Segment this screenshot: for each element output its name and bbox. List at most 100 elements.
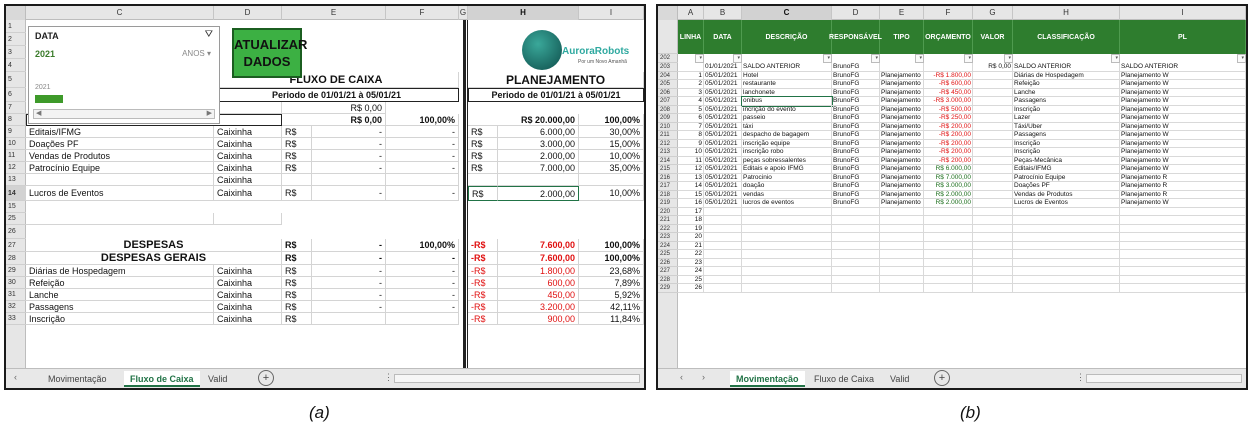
cell-desc[interactable]: despacho de bagagem bbox=[742, 131, 832, 140]
cell-orc[interactable]: R$ 3.000,00 bbox=[924, 182, 973, 191]
row-header-31[interactable]: 31 bbox=[6, 289, 26, 301]
cell-resp[interactable] bbox=[832, 233, 880, 242]
table-row[interactable]: 3 05/01/2021 lanchonete BrunoFG Planejamento… bbox=[678, 88, 1246, 97]
tab-valid[interactable]: Valid bbox=[202, 371, 233, 387]
column-header-i[interactable]: I bbox=[1120, 6, 1246, 20]
column-header-c[interactable]: C bbox=[26, 6, 214, 20]
cell-linha[interactable]: 3 bbox=[678, 88, 704, 97]
table-row[interactable]: 26 bbox=[678, 284, 1246, 293]
cell-resp[interactable]: BrunoFG bbox=[832, 80, 880, 89]
cell-tipo[interactable] bbox=[880, 284, 924, 293]
cell-linha[interactable]: 6 bbox=[678, 114, 704, 123]
cell-class[interactable]: Passagens bbox=[1013, 97, 1120, 106]
cell-resp[interactable]: BrunoFG bbox=[832, 199, 880, 208]
table-row[interactable]: 20 bbox=[678, 233, 1246, 242]
cell-orc[interactable]: -R$ 200,00 bbox=[924, 156, 973, 165]
cell-linha[interactable]: 18 bbox=[678, 216, 704, 225]
cell-tipo[interactable] bbox=[880, 241, 924, 250]
row-header-224[interactable]: 224 bbox=[658, 242, 678, 250]
filter-dropdown-icon[interactable]: ▾ bbox=[733, 54, 742, 63]
row-header-7[interactable]: 7 bbox=[6, 102, 26, 114]
tab-scroll-left-icon[interactable]: ‹ bbox=[680, 372, 683, 382]
tab-valid[interactable]: Valid bbox=[884, 371, 915, 387]
cell-class[interactable] bbox=[1013, 284, 1120, 293]
cell-class[interactable]: Lanche bbox=[1013, 88, 1120, 97]
cell-plan[interactable] bbox=[1120, 275, 1246, 284]
cell-data[interactable]: 05/01/2021 bbox=[704, 131, 742, 140]
cell-plan[interactable]: Planejamento W bbox=[1120, 114, 1246, 123]
row-header-213[interactable]: 213 bbox=[658, 148, 678, 157]
horizontal-scrollbar[interactable] bbox=[394, 374, 640, 383]
cell-desc[interactable] bbox=[742, 241, 832, 250]
cell-plan[interactable]: Planejamento W bbox=[1120, 131, 1246, 140]
cell-resp[interactable]: BrunoFG bbox=[832, 122, 880, 131]
scroll-right-icon[interactable]: ▶ bbox=[207, 109, 212, 117]
table-row[interactable]: 24 bbox=[678, 267, 1246, 276]
cell-orc[interactable]: -R$ 1.800,00 bbox=[924, 71, 973, 80]
cell-orc[interactable] bbox=[924, 275, 973, 284]
cell-desc[interactable] bbox=[742, 267, 832, 276]
cell-orc[interactable]: -R$ 3.000,00 bbox=[924, 97, 973, 106]
row-header-3[interactable]: 3 bbox=[6, 46, 26, 59]
cell-plan[interactable] bbox=[1120, 224, 1246, 233]
tab-fluxo-de-caixa[interactable]: Fluxo de Caixa bbox=[124, 371, 200, 387]
cell-data[interactable]: 05/01/2021 bbox=[704, 199, 742, 208]
row-header-209[interactable]: 209 bbox=[658, 114, 678, 123]
cell-class[interactable] bbox=[1013, 275, 1120, 284]
cell-class[interactable]: Editais/IFMG bbox=[1013, 165, 1120, 174]
row-header-26[interactable]: 26 bbox=[6, 225, 26, 239]
cell-linha[interactable]: 17 bbox=[678, 207, 704, 216]
cell-class[interactable]: Lucros de Eventos bbox=[1013, 199, 1120, 208]
cell-desc[interactable]: Editais e apoio IFMG bbox=[742, 165, 832, 174]
cell-tipo[interactable] bbox=[880, 63, 924, 72]
cell-resp[interactable]: BrunoFG bbox=[832, 156, 880, 165]
row-header-27[interactable]: 27 bbox=[6, 239, 26, 252]
cell-resp[interactable]: BrunoFG bbox=[832, 148, 880, 157]
cell-class[interactable] bbox=[1013, 241, 1120, 250]
table-row[interactable]: 6 05/01/2021 passeio BrunoFG Planejamento -R$… bbox=[678, 114, 1246, 123]
column-header-e[interactable]: E bbox=[880, 6, 924, 20]
cell-orc[interactable] bbox=[924, 63, 973, 72]
cell-class[interactable]: Passagens bbox=[1013, 131, 1120, 140]
row-header-226[interactable]: 226 bbox=[658, 259, 678, 267]
row-header-30[interactable]: 30 bbox=[6, 277, 26, 289]
cell-orc[interactable]: R$ 2.000,00 bbox=[924, 190, 973, 199]
row-header-32[interactable]: 32 bbox=[6, 301, 26, 313]
cell-desc[interactable]: lucros de eventos bbox=[742, 199, 832, 208]
row-header-202[interactable]: 202 bbox=[658, 54, 678, 63]
slicer-level-dropdown[interactable]: ANOS ▾ bbox=[182, 49, 211, 58]
cell-plan[interactable]: Planejamento W bbox=[1120, 122, 1246, 131]
cell-valor[interactable] bbox=[973, 105, 1013, 114]
row-header-208[interactable]: 208 bbox=[658, 106, 678, 114]
cell-class[interactable] bbox=[1013, 207, 1120, 216]
cell-linha[interactable]: 16 bbox=[678, 199, 704, 208]
row-header-9[interactable]: 9 bbox=[6, 126, 26, 138]
cell-linha[interactable]: 11 bbox=[678, 156, 704, 165]
tab-movimentacao[interactable]: Movimentação bbox=[42, 371, 113, 387]
cell-valor[interactable] bbox=[973, 258, 1013, 267]
row-header-217[interactable]: 217 bbox=[658, 182, 678, 191]
cell-resp[interactable] bbox=[832, 267, 880, 276]
cell-valor[interactable] bbox=[973, 88, 1013, 97]
row-header-203[interactable]: 203 bbox=[658, 63, 678, 72]
cell-data[interactable]: 05/01/2021 bbox=[704, 165, 742, 174]
cell-plan[interactable] bbox=[1120, 207, 1246, 216]
cell-tipo[interactable] bbox=[880, 207, 924, 216]
filter-dropdown-icon[interactable]: ▾ bbox=[915, 54, 924, 63]
cell-valor[interactable] bbox=[973, 148, 1013, 157]
row-header-14[interactable]: 14 bbox=[6, 186, 26, 201]
table-row[interactable]: 13 05/01/2021 Patrocinio BrunoFG Planejament… bbox=[678, 173, 1246, 182]
cell-tipo[interactable]: Planejamento bbox=[880, 165, 924, 174]
filter-dropdown-icon[interactable]: ▾ bbox=[871, 54, 880, 63]
cell-tipo[interactable]: Planejamento bbox=[880, 80, 924, 89]
cell-orc[interactable] bbox=[924, 250, 973, 259]
cell-valor[interactable] bbox=[973, 216, 1013, 225]
cell-valor[interactable] bbox=[973, 275, 1013, 284]
cell-desc[interactable] bbox=[742, 284, 832, 293]
cell-valor[interactable] bbox=[973, 131, 1013, 140]
cell-valor[interactable] bbox=[973, 173, 1013, 182]
cell-orc[interactable] bbox=[924, 207, 973, 216]
cell-linha[interactable]: 19 bbox=[678, 224, 704, 233]
row-header-225[interactable]: 225 bbox=[658, 250, 678, 259]
cell-orc[interactable]: -R$ 200,00 bbox=[924, 122, 973, 131]
